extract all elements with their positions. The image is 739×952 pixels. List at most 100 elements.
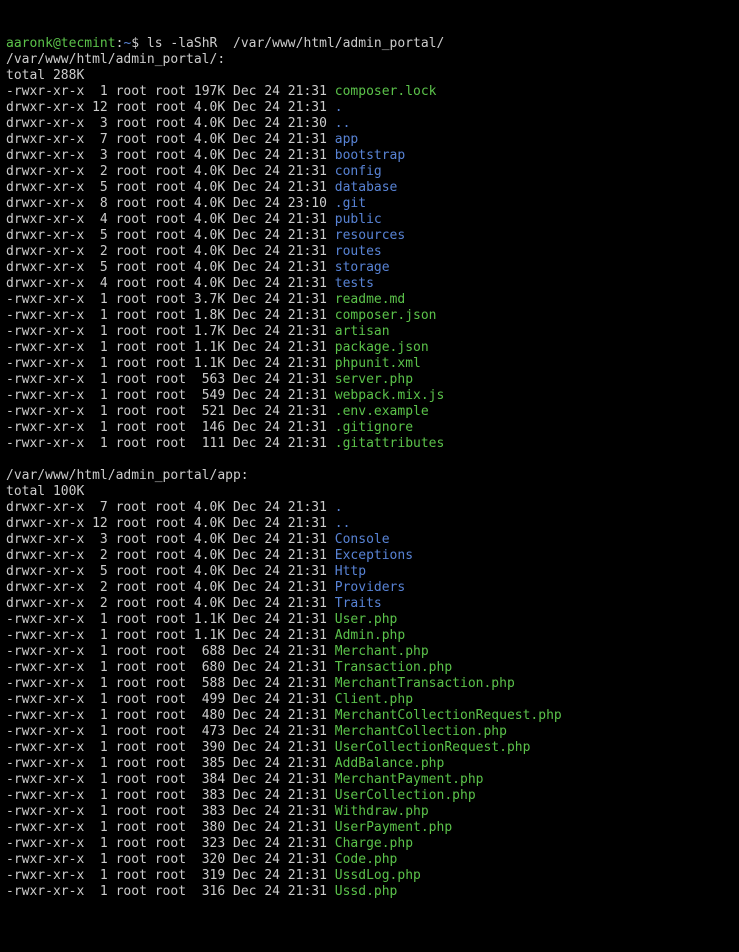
- file-row: -rwxr-xr-x 1 root root 480 Dec 24 21:31 …: [6, 708, 733, 724]
- file-row: -rwxr-xr-x 1 root root 383 Dec 24 21:31 …: [6, 788, 733, 804]
- links: 1: [84, 740, 107, 755]
- terminal-output[interactable]: aaronk@tecmint:~$ ls -laShR /var/www/htm…: [6, 36, 733, 900]
- file-row: -rwxr-xr-x 1 root root 563 Dec 24 21:31 …: [6, 372, 733, 388]
- prompt-line[interactable]: aaronk@tecmint:~$ ls -laShR /var/www/htm…: [6, 36, 733, 52]
- file-row: -rwxr-xr-x 1 root root 320 Dec 24 21:31 …: [6, 852, 733, 868]
- group: root: [147, 660, 186, 675]
- file-row: -rwxr-xr-x 1 root root 1.1K Dec 24 21:31…: [6, 340, 733, 356]
- group: root: [147, 676, 186, 691]
- size: 384: [186, 772, 225, 787]
- file-name: readme.md: [335, 292, 405, 307]
- date: Dec 24 21:31: [225, 676, 327, 691]
- group: root: [147, 884, 186, 899]
- spacer: [327, 868, 335, 883]
- size: 4.0K: [186, 164, 225, 179]
- owner: root: [108, 644, 147, 659]
- size: 4.0K: [186, 260, 225, 275]
- links: 3: [84, 148, 107, 163]
- size: 3.7K: [186, 292, 225, 307]
- perm: drwxr-xr-x: [6, 100, 84, 115]
- spacer: [327, 404, 335, 419]
- spacer: [327, 708, 335, 723]
- spacer: [327, 308, 335, 323]
- spacer: [327, 660, 335, 675]
- file-name: ..: [335, 116, 351, 131]
- date: Dec 24 21:31: [225, 596, 327, 611]
- prompt-user: aaronk: [6, 36, 53, 51]
- section-header: /var/www/html/admin_portal/app:: [6, 468, 733, 484]
- group: root: [147, 740, 186, 755]
- owner: root: [108, 868, 147, 883]
- date: Dec 24 21:31: [225, 180, 327, 195]
- owner: root: [108, 804, 147, 819]
- size: 197K: [186, 84, 225, 99]
- owner: root: [108, 708, 147, 723]
- group: root: [147, 724, 186, 739]
- spacer: [327, 772, 335, 787]
- group: root: [147, 100, 186, 115]
- links: 2: [84, 596, 107, 611]
- file-name: UserPayment.php: [335, 820, 452, 835]
- date: Dec 24 21:31: [225, 788, 327, 803]
- file-name: routes: [335, 244, 382, 259]
- size: 563: [186, 372, 225, 387]
- group: root: [147, 388, 186, 403]
- links: 1: [84, 644, 107, 659]
- spacer: [327, 292, 335, 307]
- group: root: [147, 580, 186, 595]
- owner: root: [108, 276, 147, 291]
- file-row: drwxr-xr-x 3 root root 4.0K Dec 24 21:31…: [6, 532, 733, 548]
- date: Dec 24 21:31: [225, 692, 327, 707]
- links: 12: [84, 516, 107, 531]
- links: 4: [84, 276, 107, 291]
- date: Dec 24 21:31: [225, 804, 327, 819]
- perm: drwxr-xr-x: [6, 564, 84, 579]
- file-name: .: [335, 100, 343, 115]
- links: 1: [84, 708, 107, 723]
- file-name: public: [335, 212, 382, 227]
- group: root: [147, 772, 186, 787]
- links: 2: [84, 164, 107, 179]
- file-name: webpack.mix.js: [335, 388, 445, 403]
- group: root: [147, 532, 186, 547]
- size: 4.0K: [186, 548, 225, 563]
- section-path: /var/www/html/admin_portal/:: [6, 52, 225, 67]
- date: Dec 24 21:31: [225, 612, 327, 627]
- size: 1.1K: [186, 628, 225, 643]
- perm: -rwxr-xr-x: [6, 788, 84, 803]
- size: 588: [186, 676, 225, 691]
- date: Dec 24 21:31: [225, 212, 327, 227]
- size: 4.0K: [186, 148, 225, 163]
- file-row: drwxr-xr-x 2 root root 4.0K Dec 24 21:31…: [6, 244, 733, 260]
- file-row: -rwxr-xr-x 1 root root 1.8K Dec 24 21:31…: [6, 308, 733, 324]
- size: 4.0K: [186, 180, 225, 195]
- links: 5: [84, 180, 107, 195]
- blank-line: [6, 452, 733, 468]
- command-text[interactable]: ls -laShR /var/www/html/admin_portal/: [147, 36, 444, 51]
- group: root: [147, 836, 186, 851]
- perm: -rwxr-xr-x: [6, 436, 84, 451]
- group: root: [147, 260, 186, 275]
- links: 1: [84, 804, 107, 819]
- perm: drwxr-xr-x: [6, 116, 84, 131]
- spacer: [327, 676, 335, 691]
- file-row: -rwxr-xr-x 1 root root 1.7K Dec 24 21:31…: [6, 324, 733, 340]
- size: 1.1K: [186, 356, 225, 371]
- perm: drwxr-xr-x: [6, 212, 84, 227]
- perm: -rwxr-xr-x: [6, 660, 84, 675]
- group: root: [147, 164, 186, 179]
- perm: drwxr-xr-x: [6, 228, 84, 243]
- spacer: [327, 788, 335, 803]
- date: Dec 24 21:31: [225, 340, 327, 355]
- date: Dec 24 21:31: [225, 356, 327, 371]
- links: 1: [84, 612, 107, 627]
- size: 480: [186, 708, 225, 723]
- size: 4.0K: [186, 580, 225, 595]
- perm: -rwxr-xr-x: [6, 372, 84, 387]
- size: 521: [186, 404, 225, 419]
- date: Dec 24 21:31: [225, 660, 327, 675]
- file-name: AddBalance.php: [335, 756, 445, 771]
- links: 1: [84, 388, 107, 403]
- owner: root: [108, 340, 147, 355]
- file-name: Withdraw.php: [335, 804, 429, 819]
